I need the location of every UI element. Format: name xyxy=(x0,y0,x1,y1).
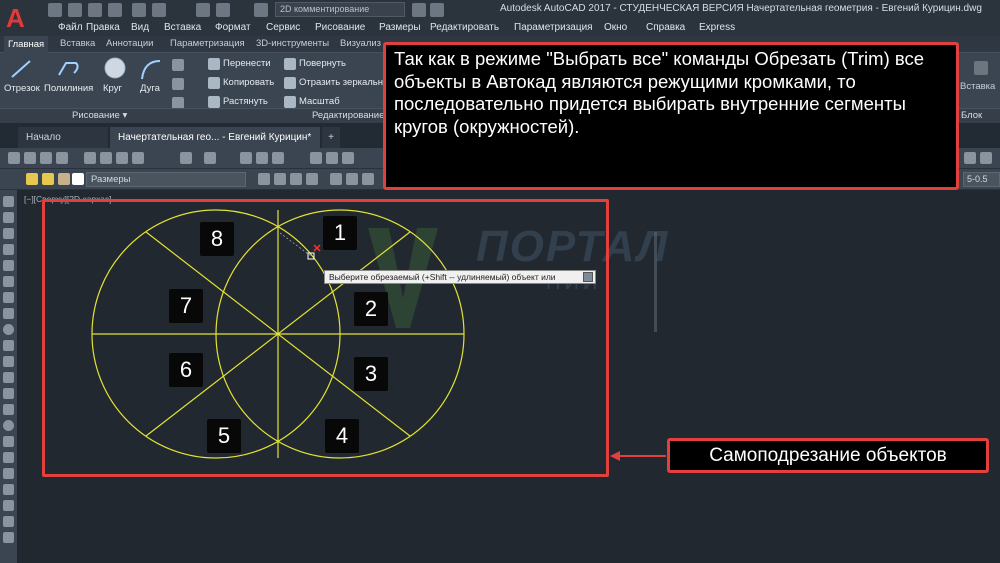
caption-box: Самоподрезание объектов xyxy=(667,438,989,473)
arrow-left-icon xyxy=(610,451,666,461)
annotation-text: Так как в режиме "Выбрать все" команды О… xyxy=(394,48,925,137)
highlight-frame xyxy=(42,199,609,477)
